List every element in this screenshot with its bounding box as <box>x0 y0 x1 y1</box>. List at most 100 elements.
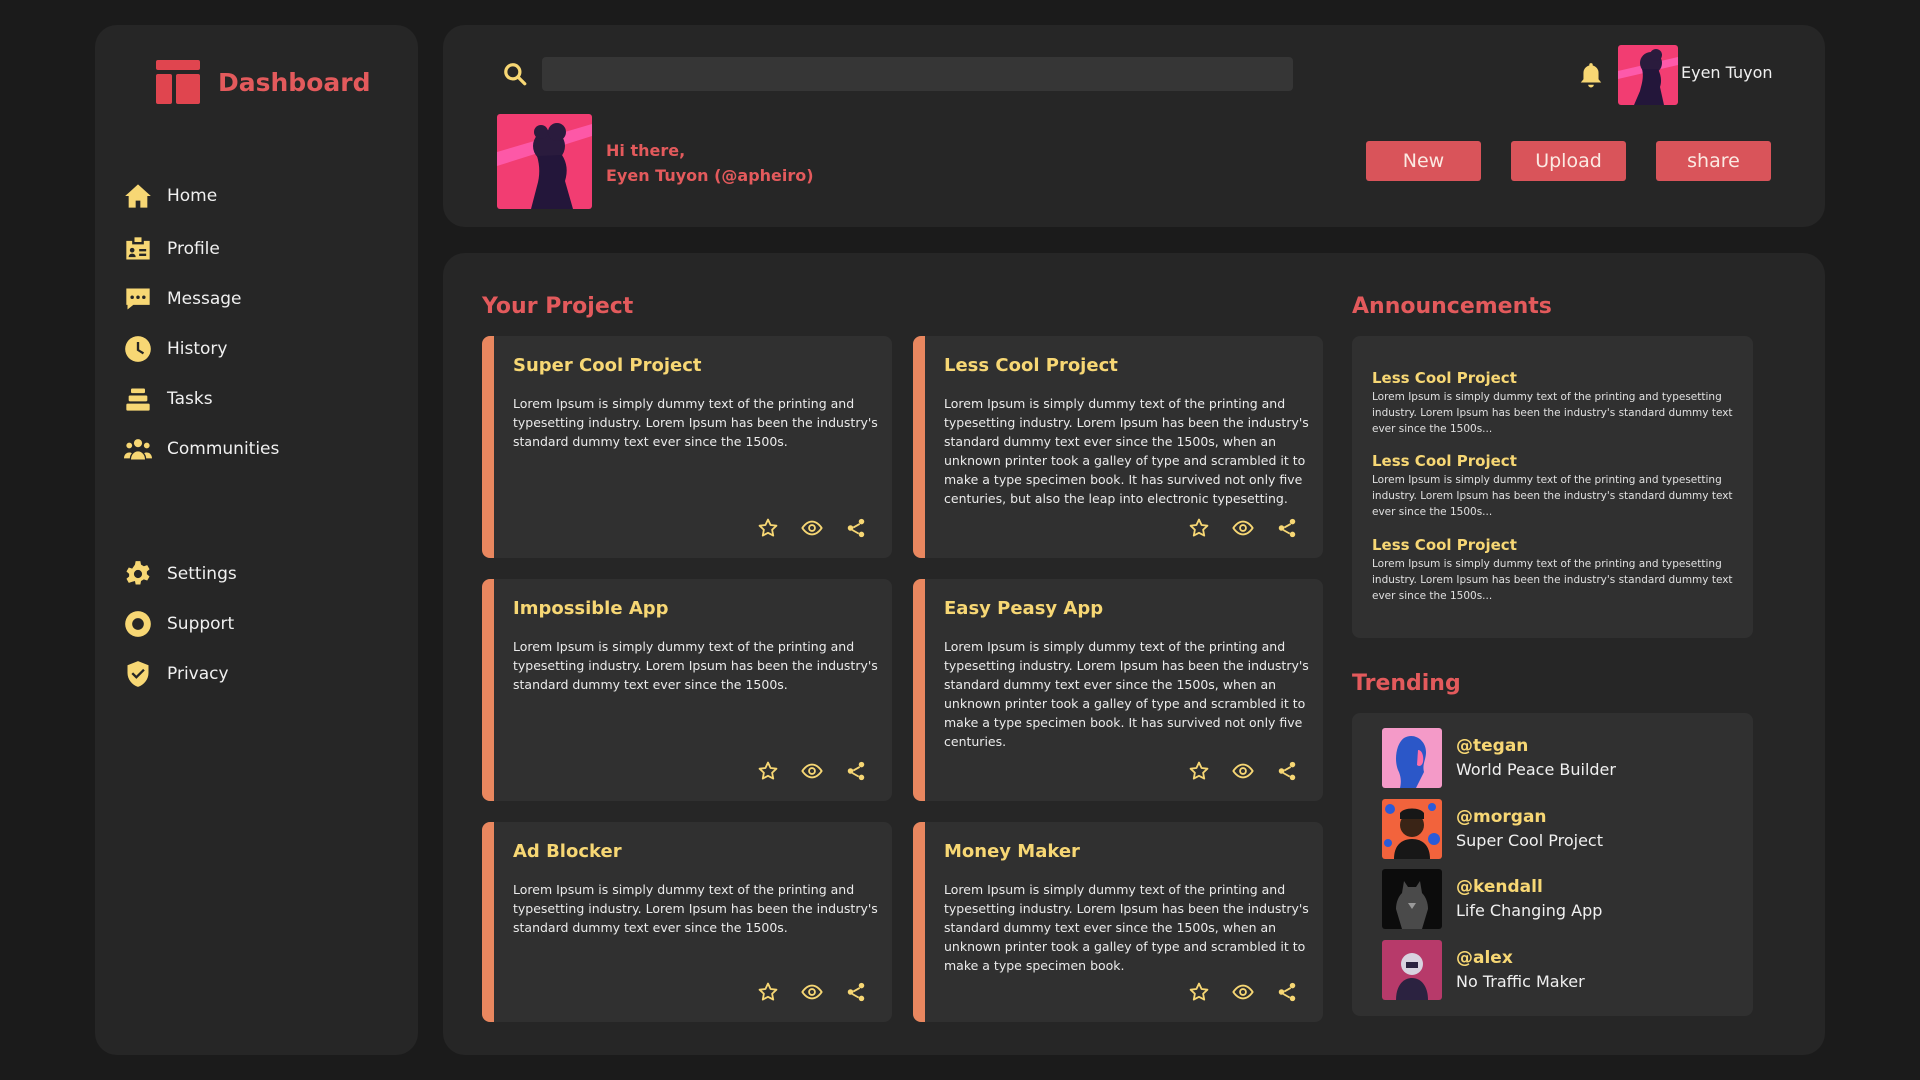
eye-icon[interactable] <box>800 980 824 1004</box>
search-icon[interactable] <box>502 61 528 87</box>
eye-icon[interactable] <box>1231 516 1255 540</box>
id-card-icon <box>123 234 153 264</box>
trending-desc: Life Changing App <box>1456 901 1603 920</box>
brand-title: Dashboard <box>218 67 371 97</box>
greeting: Hi there, Eyen Tuyon (@apheiro) <box>606 138 814 188</box>
announcement-title: Less Cool Project <box>1372 452 1517 470</box>
chat-icon <box>123 284 153 314</box>
sidebar-item-communities[interactable]: Communities <box>123 431 279 467</box>
top-header: Eyen Tuyon Hi there, Eyen Tuyon (@apheir… <box>443 25 1825 227</box>
share-icon[interactable] <box>1275 516 1299 540</box>
project-actions <box>1187 759 1299 783</box>
project-description: Lorem Ipsum is simply dummy text of the … <box>513 882 878 935</box>
trending-panel: @tegan World Peace Builder @morgan Super… <box>1352 713 1753 1016</box>
star-icon[interactable] <box>756 759 780 783</box>
dashboard-logo-icon <box>156 60 200 104</box>
project-card[interactable]: Less Cool Project Lorem Ipsum is simply d… <box>913 336 1323 558</box>
project-card[interactable]: Ad Blocker Lorem Ipsum is simply dummy te… <box>482 822 892 1022</box>
greeting-username: Eyen Tuyon (@apheiro) <box>606 166 814 185</box>
star-icon[interactable] <box>1187 980 1211 1004</box>
sidebar-item-history[interactable]: History <box>123 331 227 367</box>
star-icon[interactable] <box>1187 516 1211 540</box>
search-input[interactable] <box>542 57 1293 91</box>
user-name[interactable]: Eyen Tuyon <box>1681 63 1773 82</box>
sidebar: Dashboard Home Profile Message History T… <box>95 25 418 1055</box>
share-icon[interactable] <box>1275 759 1299 783</box>
project-title: Easy Peasy App <box>944 598 1104 619</box>
sidebar-item-privacy[interactable]: Privacy <box>123 656 229 692</box>
project-card[interactable]: Super Cool Project Lorem Ipsum is simply … <box>482 336 892 558</box>
projects-title: Your Project <box>482 294 634 319</box>
project-actions <box>1187 980 1299 1004</box>
announcement-title: Less Cool Project <box>1372 369 1517 387</box>
share-icon[interactable] <box>1275 980 1299 1004</box>
upload-button[interactable]: Upload <box>1511 141 1626 181</box>
sidebar-item-label: Privacy <box>167 664 229 684</box>
project-title: Money Maker <box>944 841 1080 862</box>
notification-bell-icon[interactable] <box>1578 61 1604 89</box>
trending-user-kendall[interactable]: @kendall Life Changing App <box>1382 869 1602 929</box>
avatar <box>1382 869 1442 929</box>
greeting-line: Hi there, <box>606 141 686 160</box>
avatar <box>1382 940 1442 1000</box>
project-title: Super Cool Project <box>513 355 702 376</box>
sidebar-item-profile[interactable]: Profile <box>123 231 220 267</box>
main-panel: Your Project Super Cool Project Lorem Ips… <box>443 253 1825 1055</box>
sidebar-item-tasks[interactable]: Tasks <box>123 381 213 417</box>
project-card[interactable]: Impossible App Lorem Ipsum is simply dumm… <box>482 579 892 801</box>
trending-user-tegan[interactable]: @tegan World Peace Builder <box>1382 728 1616 788</box>
trending-desc: World Peace Builder <box>1456 760 1616 779</box>
trending-user-alex[interactable]: @alex No Traffic Maker <box>1382 940 1585 1000</box>
announcements-panel: Less Cool Project Lorem Ipsum is simply … <box>1352 336 1753 638</box>
eye-icon[interactable] <box>800 759 824 783</box>
sidebar-item-label: Tasks <box>167 389 213 409</box>
sidebar-item-label: Message <box>167 289 242 309</box>
share-icon[interactable] <box>844 980 868 1004</box>
sidebar-item-support[interactable]: Support <box>123 606 234 642</box>
trending-handle: @alex <box>1456 948 1513 968</box>
eye-icon[interactable] <box>800 516 824 540</box>
announcement-item[interactable]: Less Cool Project Lorem Ipsum is simply … <box>1372 536 1737 604</box>
project-description: Lorem Ipsum is simply dummy text of the … <box>513 639 878 692</box>
trending-desc: Super Cool Project <box>1456 831 1603 850</box>
avatar <box>1382 799 1442 859</box>
announcement-text: Lorem Ipsum is simply dummy text of the … <box>1372 474 1733 518</box>
share-icon[interactable] <box>844 759 868 783</box>
announcement-title: Less Cool Project <box>1372 536 1517 554</box>
trending-title: Trending <box>1352 671 1461 696</box>
share-icon[interactable] <box>844 516 868 540</box>
announcement-item[interactable]: Less Cool Project Lorem Ipsum is simply … <box>1372 452 1737 520</box>
project-actions <box>756 516 868 540</box>
share-button[interactable]: share <box>1656 141 1771 181</box>
sidebar-item-settings[interactable]: Settings <box>123 556 237 592</box>
announcements-title: Announcements <box>1352 294 1552 319</box>
sidebar-item-label: Communities <box>167 439 280 459</box>
gear-icon <box>123 559 153 589</box>
sidebar-item-label: Settings <box>167 564 237 584</box>
project-description: Lorem Ipsum is simply dummy text of the … <box>944 396 1309 506</box>
eye-icon[interactable] <box>1231 980 1255 1004</box>
trending-handle: @kendall <box>1456 877 1543 897</box>
project-card[interactable]: Easy Peasy App Lorem Ipsum is simply dumm… <box>913 579 1323 801</box>
star-icon[interactable] <box>1187 759 1211 783</box>
sidebar-item-label: History <box>167 339 228 359</box>
new-button[interactable]: New <box>1366 141 1481 181</box>
project-title: Impossible App <box>513 598 669 619</box>
project-description: Lorem Ipsum is simply dummy text of the … <box>944 882 1309 973</box>
sidebar-item-label: Profile <box>167 239 220 259</box>
eye-icon[interactable] <box>1231 759 1255 783</box>
user-avatar[interactable] <box>1618 45 1678 105</box>
lifebuoy-icon <box>123 609 153 639</box>
sidebar-item-message[interactable]: Message <box>123 281 242 317</box>
trending-user-morgan[interactable]: @morgan Super Cool Project <box>1382 799 1603 859</box>
project-actions <box>756 980 868 1004</box>
brand[interactable]: Dashboard <box>156 60 370 104</box>
announcement-item[interactable]: Less Cool Project Lorem Ipsum is simply … <box>1372 369 1737 437</box>
star-icon[interactable] <box>756 516 780 540</box>
project-card[interactable]: Money Maker Lorem Ipsum is simply dummy t… <box>913 822 1323 1022</box>
people-icon <box>123 434 153 464</box>
sidebar-item-home[interactable]: Home <box>123 178 217 214</box>
project-title: Ad Blocker <box>513 841 622 862</box>
sidebar-item-label: Home <box>167 186 218 206</box>
star-icon[interactable] <box>756 980 780 1004</box>
